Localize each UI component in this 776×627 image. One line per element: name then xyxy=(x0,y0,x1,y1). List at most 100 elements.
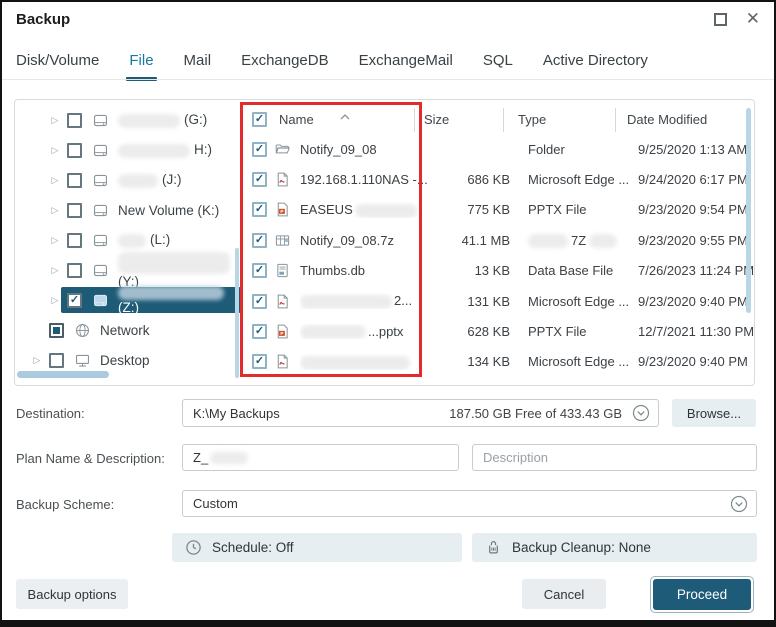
chevron-down-icon[interactable] xyxy=(632,404,650,422)
expander-icon[interactable]: ▷ xyxy=(49,205,61,216)
expander-icon[interactable]: ▷ xyxy=(31,355,43,366)
file-row[interactable]: Notify_09_08.7z41.1 MB7Z9/23/2020 9:55 P… xyxy=(243,225,754,255)
column-date-modified[interactable]: Date Modified xyxy=(627,112,707,127)
tree-item-body[interactable]: New Volume (K:) xyxy=(61,197,241,223)
tree-item-body[interactable]: (J:) xyxy=(61,167,241,193)
tree-item-body[interactable]: (Z:) xyxy=(61,287,241,313)
file-type: PPTX File xyxy=(528,324,632,339)
tree-item-newvolumek[interactable]: ▷ New Volume (K:) xyxy=(15,195,241,225)
tree-item-body[interactable]: Desktop xyxy=(43,347,241,373)
tree-item-y[interactable]: ▷(Y:) xyxy=(15,255,241,285)
drive-icon xyxy=(91,201,109,219)
column-name[interactable]: Name xyxy=(279,112,314,127)
ppt-icon: P xyxy=(274,323,300,340)
tree-item-label: Desktop xyxy=(100,353,150,368)
tree-item-body[interactable]: (G:) xyxy=(61,107,241,133)
file-type: Microsoft Edge ... xyxy=(528,354,632,369)
tab-file[interactable]: File xyxy=(129,52,153,81)
tree-item-label: New Volume (K:) xyxy=(118,203,219,218)
file-type: Microsoft Edge ... xyxy=(528,172,632,187)
checkbox[interactable] xyxy=(252,354,267,369)
tree-vertical-scrollbar[interactable] xyxy=(235,248,239,378)
destination-field[interactable]: K:\My Backups 187.50 GB Free of 433.43 G… xyxy=(182,399,659,427)
tree-item-body[interactable]: (Y:) xyxy=(61,257,241,283)
file-type: 7Z xyxy=(528,233,632,249)
select-all-checkbox[interactable] xyxy=(252,112,267,127)
schedule-button[interactable]: Schedule: Off xyxy=(172,533,462,562)
proceed-button[interactable]: Proceed xyxy=(650,576,754,613)
tree-item-z[interactable]: ▷ (Z:) xyxy=(15,285,241,315)
tree-item-body[interactable]: Network xyxy=(43,317,241,343)
chevron-down-icon[interactable] xyxy=(730,495,748,513)
tree-item-label: (Z:) xyxy=(118,285,235,315)
tree-item-l[interactable]: ▷(L:) xyxy=(15,225,241,255)
drive-icon xyxy=(91,141,109,159)
file-row[interactable]: 192.168.1.110NAS -...686 KBMicrosoft Edg… xyxy=(243,164,754,194)
checkbox[interactable] xyxy=(67,293,82,308)
tab-disk-volume[interactable]: Disk/Volume xyxy=(16,52,99,81)
file-row[interactable]: P...pptx628 KBPPTX File12/7/2021 11:30 P… xyxy=(243,316,754,346)
checkbox[interactable] xyxy=(67,113,82,128)
tab-exchangedb[interactable]: ExchangeDB xyxy=(241,52,329,81)
backup-cleanup-button-label: Backup Cleanup: None xyxy=(512,540,651,555)
checkbox[interactable] xyxy=(67,203,82,218)
file-name: Thumbs.db xyxy=(300,263,434,278)
file-row[interactable]: 134 KBMicrosoft Edge ...9/23/2020 9:40 P… xyxy=(243,347,754,377)
checkbox[interactable] xyxy=(49,323,64,338)
redacted-text xyxy=(300,356,410,370)
checkbox[interactable] xyxy=(252,294,267,309)
drive-icon xyxy=(91,231,109,249)
checkbox[interactable] xyxy=(252,324,267,339)
column-size[interactable]: Size xyxy=(424,112,449,127)
column-separator xyxy=(503,108,504,132)
browse-button[interactable]: Browse... xyxy=(672,399,756,427)
checkbox[interactable] xyxy=(67,233,82,248)
proceed-button-label: Proceed xyxy=(653,579,751,610)
backup-options-button[interactable]: Backup options xyxy=(16,579,128,609)
close-icon[interactable]: ✕ xyxy=(746,8,760,30)
checkbox[interactable] xyxy=(252,142,267,157)
file-list-vertical-scrollbar[interactable] xyxy=(746,108,751,313)
column-type[interactable]: Type xyxy=(518,112,546,127)
tree-item-network[interactable]: Network xyxy=(15,315,241,345)
trash-icon xyxy=(485,539,502,556)
expander-icon[interactable]: ▷ xyxy=(49,175,61,186)
tree-item-body[interactable]: H:) xyxy=(61,137,241,163)
tab-sql[interactable]: SQL xyxy=(483,52,513,81)
checkbox[interactable] xyxy=(67,173,82,188)
checkbox[interactable] xyxy=(252,202,267,217)
expander-icon[interactable]: ▷ xyxy=(49,295,61,306)
backup-scheme-select[interactable]: Custom xyxy=(182,490,757,517)
file-row[interactable]: PEASEUS775 KBPPTX File9/23/2020 9:54 PM xyxy=(243,195,754,225)
checkbox[interactable] xyxy=(49,353,64,368)
tab-mail[interactable]: Mail xyxy=(184,52,212,81)
expander-icon[interactable]: ▷ xyxy=(49,115,61,126)
file-list-header: Name Size Type Date Modified xyxy=(243,104,754,134)
description-input[interactable]: Description xyxy=(472,444,757,471)
tree-item-g[interactable]: ▷(G:) xyxy=(15,105,241,135)
redacted-text xyxy=(355,204,417,218)
checkbox[interactable] xyxy=(67,263,82,278)
tree-item-label: (Y:) xyxy=(118,252,235,289)
checkbox[interactable] xyxy=(252,263,267,278)
file-type: Folder xyxy=(528,142,632,157)
expander-icon[interactable]: ▷ xyxy=(49,235,61,246)
tree-item-h[interactable]: ▷H:) xyxy=(15,135,241,165)
backup-cleanup-button[interactable]: Backup Cleanup: None xyxy=(472,533,757,562)
expander-icon[interactable]: ▷ xyxy=(49,145,61,156)
tab-exchangemail[interactable]: ExchangeMail xyxy=(359,52,453,81)
file-row[interactable]: Thumbs.db13 KBData Base File7/26/2023 11… xyxy=(243,256,754,286)
tree-horizontal-scrollbar[interactable] xyxy=(17,371,109,378)
maximize-icon[interactable] xyxy=(714,13,727,26)
cancel-button[interactable]: Cancel xyxy=(522,579,606,609)
checkbox[interactable] xyxy=(67,143,82,158)
file-row[interactable]: Notify_09_08Folder9/25/2020 1:13 AM xyxy=(243,134,754,164)
checkbox[interactable] xyxy=(252,233,267,248)
tree-item-body[interactable]: (L:) xyxy=(61,227,241,253)
checkbox[interactable] xyxy=(252,172,267,187)
file-row[interactable]: 2...131 KBMicrosoft Edge ...9/23/2020 9:… xyxy=(243,286,754,316)
plan-name-input[interactable]: Z_ xyxy=(182,444,459,471)
tree-item-j[interactable]: ▷(J:) xyxy=(15,165,241,195)
tab-active-directory[interactable]: Active Directory xyxy=(543,52,648,81)
expander-icon[interactable]: ▷ xyxy=(49,265,61,276)
